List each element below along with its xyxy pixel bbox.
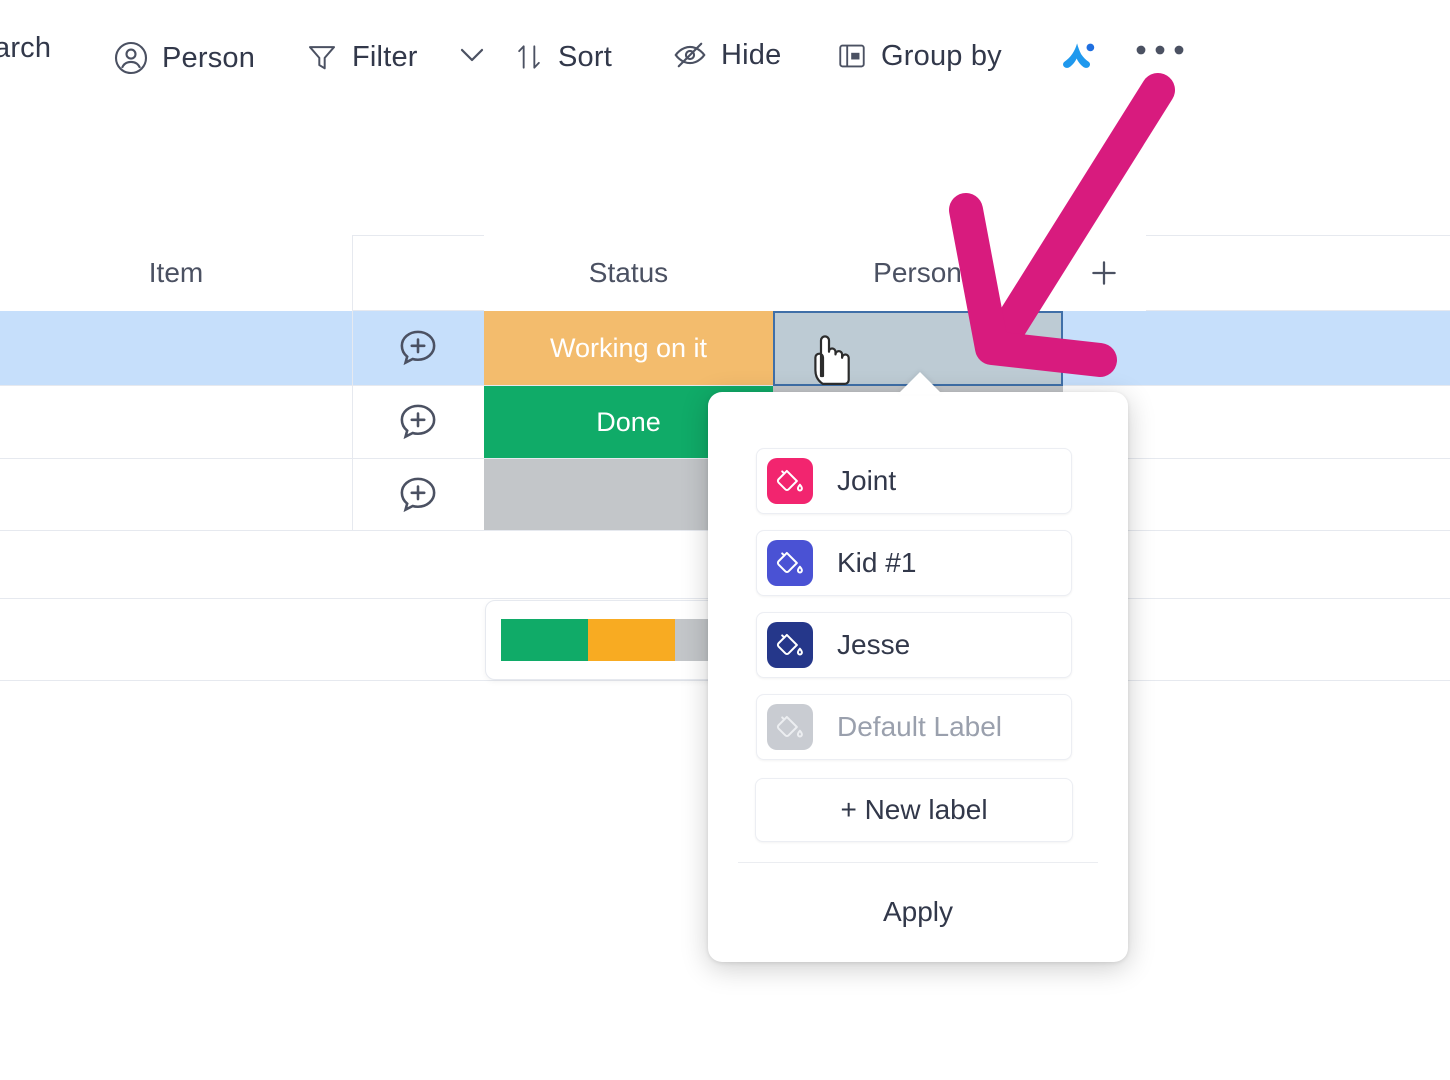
label-option-jesse[interactable]: Jesse: [756, 612, 1072, 678]
column-header-item[interactable]: Item: [0, 235, 352, 311]
label-option-default[interactable]: Default Label: [756, 694, 1072, 760]
summary-segment-done: [501, 619, 588, 661]
hide-label: Hide: [721, 38, 782, 71]
new-label-button-text: + New label: [840, 794, 988, 825]
add-comment-button[interactable]: [352, 386, 484, 458]
board-toolbar: arch Person Filter Sort Hide Group by: [0, 0, 1450, 115]
apply-button[interactable]: Apply: [738, 885, 1098, 939]
label-option-kid1[interactable]: Kid #1: [756, 530, 1072, 596]
more-options-button[interactable]: [1134, 40, 1186, 65]
group-by-icon: [836, 40, 868, 72]
group-by-button[interactable]: Group by: [836, 40, 1002, 72]
search-button[interactable]: arch: [0, 34, 51, 63]
hide-button[interactable]: Hide: [672, 40, 781, 70]
sort-icon: [513, 40, 545, 74]
sort-button[interactable]: Sort: [513, 40, 612, 74]
paint-bucket-icon: [767, 622, 813, 668]
column-header-status[interactable]: Status: [484, 235, 773, 311]
group-by-label: Group by: [881, 39, 1002, 72]
paint-bucket-icon: [767, 540, 813, 586]
column-header-item-label: Item: [148, 257, 204, 288]
apply-button-text: Apply: [882, 896, 954, 927]
label-option-joint-text: Joint: [837, 465, 897, 496]
column-header-status-label: Status: [588, 257, 669, 288]
status-cell-label: Done: [596, 406, 661, 437]
column-header-person-label: Person: [873, 257, 962, 288]
person-button[interactable]: Person: [113, 40, 255, 76]
add-comment-button[interactable]: [352, 311, 484, 385]
chevron-down-icon[interactable]: [457, 44, 487, 66]
label-option-jesse-text: Jesse: [837, 629, 911, 660]
person-label: Person: [162, 41, 256, 74]
label-option-default-text: Default Label: [837, 711, 1003, 742]
chat-plus-icon: [400, 330, 436, 366]
chat-plus-icon: [400, 404, 436, 440]
filter-icon: [305, 40, 339, 74]
hide-eye-icon: [672, 40, 708, 70]
plus-icon: [1092, 261, 1116, 285]
paint-bucket-icon: [767, 458, 813, 504]
label-option-joint[interactable]: Joint: [756, 448, 1072, 514]
popup-caret: [898, 372, 942, 394]
ai-sparkle-icon[interactable]: [1056, 36, 1100, 85]
filter-label: Filter: [352, 40, 418, 73]
summary-segment-working: [587, 619, 675, 661]
filter-button[interactable]: Filter: [305, 40, 418, 74]
person-icon: [113, 40, 149, 76]
sort-label: Sort: [558, 40, 612, 73]
column-header-person[interactable]: Person: [773, 235, 1062, 311]
add-column-button[interactable]: [1062, 235, 1146, 311]
status-cell-label: Working on it: [549, 332, 708, 363]
popup-divider: [738, 862, 1098, 863]
new-label-button[interactable]: + New label: [755, 778, 1073, 842]
label-option-kid1-text: Kid #1: [837, 547, 917, 578]
search-label: arch: [0, 32, 52, 64]
app-screen: arch Person Filter Sort Hide Group by It…: [0, 0, 1450, 1080]
paint-bucket-icon: [767, 704, 813, 750]
status-cell[interactable]: Working on it: [484, 311, 773, 385]
chat-plus-icon: [400, 477, 436, 512]
add-comment-button[interactable]: [352, 459, 484, 530]
